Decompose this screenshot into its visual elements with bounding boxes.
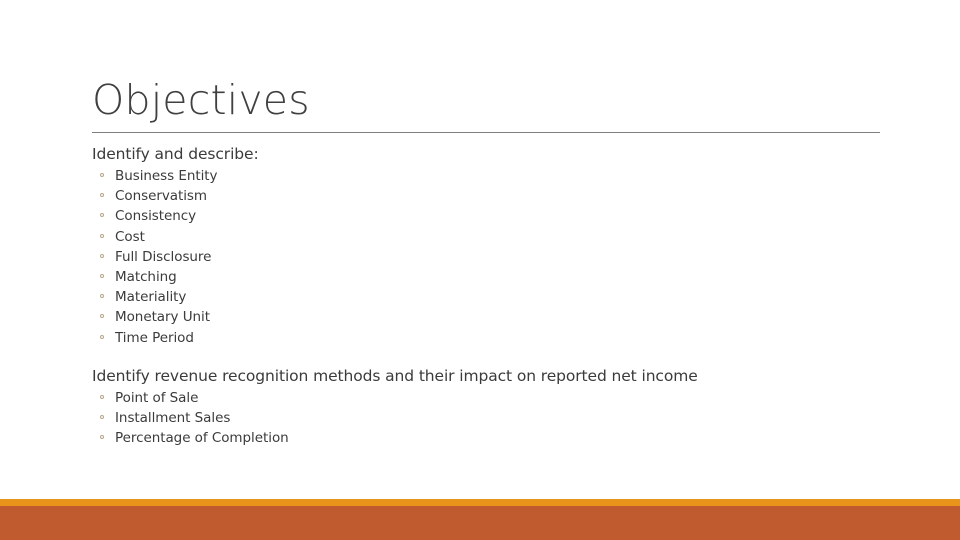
list-item-label: Business Entity <box>115 168 218 184</box>
list-item: Time Period <box>92 328 892 348</box>
list-item: Point of Sale <box>92 388 892 408</box>
list-item: Full Disclosure <box>92 247 892 267</box>
accent-band-amber <box>0 499 960 506</box>
list-item: Cost <box>92 227 892 247</box>
list-item: Conservatism <box>92 186 892 206</box>
bullet-list: Point of Sale Installment Sales Percenta… <box>92 388 892 449</box>
hollow-circle-bullet-icon <box>100 274 104 279</box>
hollow-circle-bullet-icon <box>100 394 104 399</box>
list-item: Consistency <box>92 206 892 226</box>
page-title: Objectives <box>92 76 310 124</box>
hollow-circle-bullet-icon <box>100 173 104 177</box>
list-item-label: Point of Sale <box>115 389 199 406</box>
list-item-label: Materiality <box>115 289 187 306</box>
accent-band-brick <box>0 506 960 540</box>
list-item: Monetary Unit <box>92 307 892 327</box>
list-item-label: Installment Sales <box>115 410 231 427</box>
list-item-label: Cost <box>115 228 145 245</box>
list-item: Percentage of Completion <box>92 428 892 448</box>
list-item-label: Percentage of Completion <box>115 430 289 447</box>
list-item-label: Monetary Unit <box>115 309 210 326</box>
title-divider <box>92 132 880 133</box>
content-group: Identify and describe: Business Entity C… <box>92 144 892 348</box>
bullet-list: Business Entity Conservatism Consistency… <box>92 166 892 348</box>
list-item-label: Consistency <box>115 208 197 225</box>
content-group: Identify revenue recognition methods and… <box>92 366 892 449</box>
group-heading: Identify revenue recognition methods and… <box>92 366 698 385</box>
hollow-circle-bullet-icon <box>100 415 104 420</box>
hollow-circle-bullet-icon <box>100 253 104 258</box>
title-block: Objectives <box>92 76 880 125</box>
list-item-label: Full Disclosure <box>115 248 212 265</box>
hollow-circle-bullet-icon <box>100 435 104 440</box>
hollow-circle-bullet-icon <box>100 294 104 299</box>
list-item-label: Time Period <box>115 329 194 346</box>
list-item: Matching <box>92 267 892 287</box>
list-item-label: Matching <box>115 269 177 286</box>
hollow-circle-bullet-icon <box>100 334 104 339</box>
list-item: Business Entity <box>92 166 892 186</box>
list-item: Installment Sales <box>92 408 892 428</box>
hollow-circle-bullet-icon <box>100 314 104 319</box>
body-content: Identify and describe: Business Entity C… <box>92 144 892 448</box>
hollow-circle-bullet-icon <box>100 233 104 238</box>
list-item-label: Conservatism <box>115 188 208 205</box>
hollow-circle-bullet-icon <box>100 193 104 198</box>
group-heading: Identify and describe: <box>92 145 259 163</box>
hollow-circle-bullet-icon <box>100 213 104 218</box>
slide: Objectives Identify and describe: Busine… <box>0 0 960 540</box>
list-item: Materiality <box>92 287 892 307</box>
